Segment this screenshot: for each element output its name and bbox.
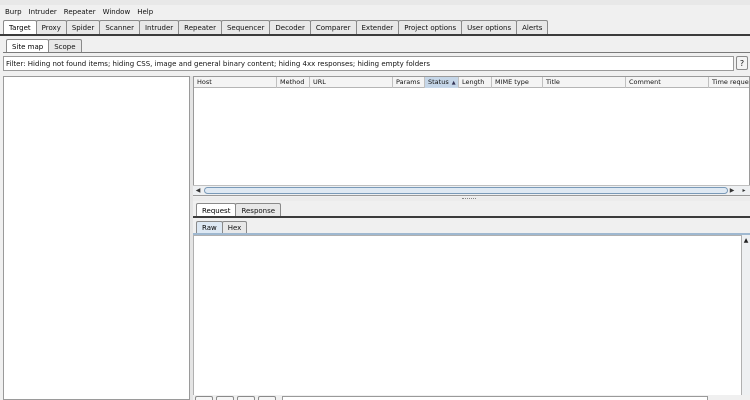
tab-spider[interactable]: Spider [65,20,101,35]
scrollbar-thumb[interactable] [204,187,728,194]
tab-comparer[interactable]: Comparer [309,20,357,35]
next-match-button[interactable] [237,396,255,400]
tab-target[interactable]: Target [3,20,37,35]
column-status[interactable]: Status ▲ [425,77,459,88]
column-params[interactable]: Params [393,77,425,88]
menu-repeater[interactable]: Repeater [64,8,96,16]
menu-window[interactable]: Window [103,8,131,16]
search-options-button[interactable] [258,396,276,400]
main-tab-underline [0,34,750,36]
tab-project-options[interactable]: Project options [398,20,463,35]
tab-request[interactable]: Request [196,203,237,217]
column-length[interactable]: Length [459,77,492,88]
tab-intruder[interactable]: Intruder [138,20,180,35]
menu-intruder[interactable]: Intruder [29,8,57,16]
scroll-right-end-icon[interactable]: ▸ [739,186,749,195]
tab-decoder[interactable]: Decoder [269,20,311,35]
help-button[interactable]: ? [736,56,748,70]
site-map-table[interactable]: Host Method URL Params Status ▲ Length MI… [193,76,750,196]
editor-vertical-scrollbar[interactable]: ▲ [742,235,750,400]
column-time-request[interactable]: Time request [709,77,749,88]
column-method[interactable]: Method [277,77,310,88]
scroll-right-icon[interactable]: ▶ [728,186,736,195]
search-input[interactable] [282,396,708,400]
help-search-button[interactable] [195,396,213,400]
column-status-label: Status [428,78,449,86]
tab-alerts[interactable]: Alerts [516,20,549,35]
tab-scanner[interactable]: Scanner [99,20,140,35]
site-map-tree[interactable] [3,76,190,400]
tab-site-map[interactable]: Site map [6,39,50,53]
previous-match-button[interactable] [216,396,234,400]
filter-text: Filter: Hiding not found items; hiding C… [6,59,431,68]
tab-extender[interactable]: Extender [355,20,400,35]
menu-help[interactable]: Help [137,8,153,16]
sub-tab-underline [3,52,750,53]
table-header: Host Method URL Params Status ▲ Length MI… [194,77,749,88]
tab-repeater[interactable]: Repeater [178,20,222,35]
main-tab-bar: Target Proxy Spider Scanner Intruder Rep… [3,20,549,35]
tab-user-options[interactable]: User options [461,20,518,35]
tab-response[interactable]: Response [235,203,282,217]
splitter-grip-icon[interactable] [462,198,476,200]
menu-burp[interactable]: Burp [5,8,22,16]
column-host[interactable]: Host [194,77,277,88]
column-mime-type[interactable]: MIME type [492,77,543,88]
column-title[interactable]: Title [543,77,626,88]
tab-proxy[interactable]: Proxy [35,20,67,35]
tab-scope[interactable]: Scope [48,39,82,53]
column-comment[interactable]: Comment [626,77,709,88]
scroll-up-icon[interactable]: ▲ [742,237,750,245]
help-icon: ? [739,58,745,68]
table-horizontal-scrollbar[interactable]: ◀ ▶ ▸ [193,185,750,195]
message-editor[interactable] [193,235,742,400]
column-url[interactable]: URL [310,77,393,88]
message-tab-bar: Request Response [196,203,282,217]
tab-sequencer[interactable]: Sequencer [220,20,271,35]
message-tab-underline [193,216,750,218]
sort-ascending-icon: ▲ [451,80,456,86]
scroll-left-icon[interactable]: ◀ [194,186,202,195]
filter-bar[interactable]: Filter: Hiding not found items; hiding C… [3,56,734,71]
sub-tab-bar: Site map Scope [6,39,82,53]
menu-bar: Burp Intruder Repeater Window Help [0,5,750,18]
